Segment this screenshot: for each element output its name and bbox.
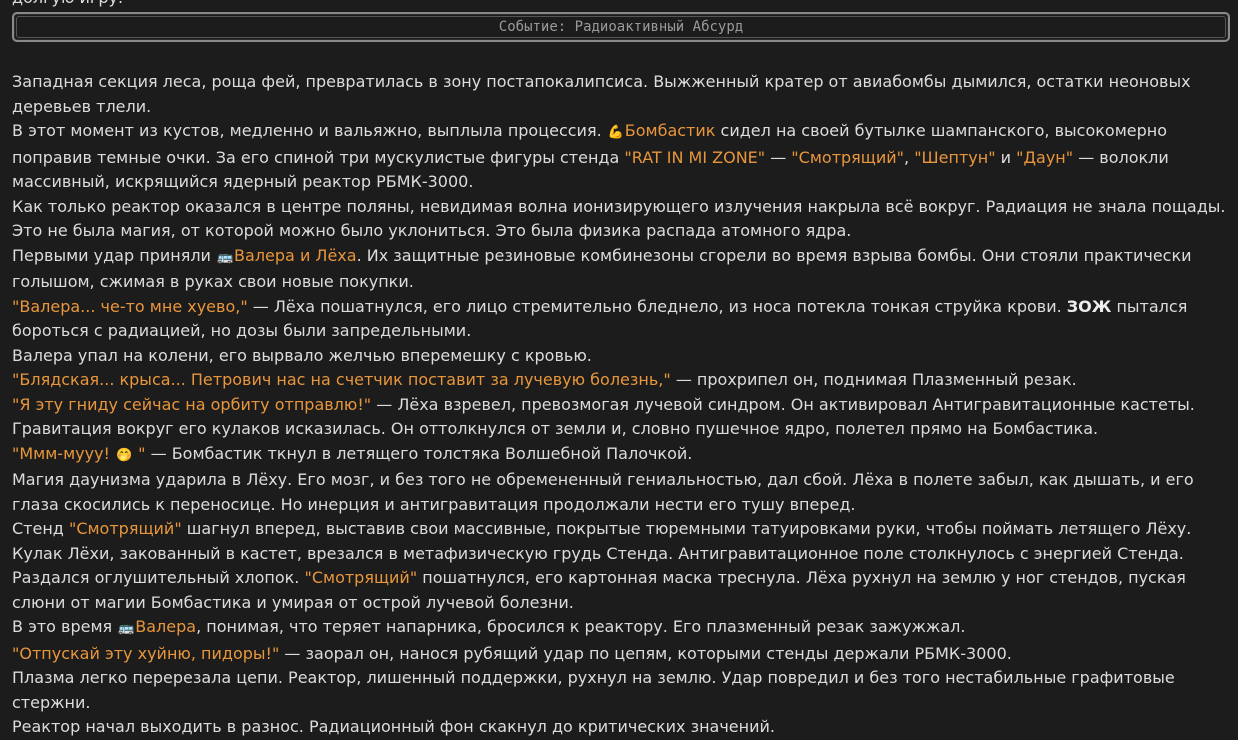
stand-name: "Смотрящий" (68, 519, 182, 538)
character-name: Валера (135, 617, 197, 636)
paragraph: Гравитация вокруг его кулаков исказилась… (12, 419, 1099, 438)
paragraph: Магия даунизма ударила в Лёху. Его мозг,… (12, 470, 1194, 514)
dialogue-quote: "Отпускай эту хуйню, пидоры!" (12, 643, 280, 663)
bold-term: ЗОЖ (1066, 296, 1112, 316)
paragraph: "Валера... че-то мне хуево," — Лёха поша… (12, 296, 1188, 341)
paragraph: Первыми удар приняли 🚌Валера и Лёха. Их … (12, 245, 1192, 292)
paragraph: Валера упал на колени, его вырвало желчь… (12, 345, 592, 365)
dialogue-quote: "Я эту гниду сейчас на орбиту отправлю!" (12, 394, 372, 414)
event-title: Событие: Радиоактивный Абсурд (498, 18, 744, 35)
face-emoji-icon: 🤭 (115, 447, 133, 463)
stand-name: "Шептун" (914, 147, 996, 167)
paragraph: "Ммм-мууу! 🤭 " — Бомбастик ткнул в летящ… (12, 442, 1236, 469)
stand-name: "RAT IN MI ZONE" (624, 147, 766, 167)
bus-emoji-icon: 🚌 (118, 621, 135, 636)
paragraph: В этот момент из кустов, медленно и валь… (12, 121, 1169, 191)
event-banner: Событие: Радиоактивный Абсурд (12, 12, 1230, 42)
paragraph: В это время 🚌Валера, понимая, что теряет… (12, 615, 1236, 642)
story-text: Западная секция леса, роща фей, преврати… (12, 70, 1236, 740)
paragraph: Западная секция леса, роща фей, преврати… (12, 72, 1191, 116)
paragraph: Плазма легко перерезала цепи. Реактор, л… (12, 668, 1175, 712)
dialogue-quote: "Блядская... крыса... Петрович нас на сч… (12, 370, 671, 389)
paragraph: "Я эту гниду сейчас на орбиту отправлю!"… (12, 394, 1195, 414)
stand-name: "Смотрящий" (791, 147, 905, 167)
paragraph: Как только реактор оказался в центре пол… (12, 196, 1226, 241)
dialogue-quote: "Ммм-мууу! (12, 443, 116, 463)
dialogue-quote: "Валера... че-то мне хуево," (12, 296, 248, 316)
paragraph: Стенд "Смотрящий" шагнул вперед, выстави… (12, 519, 1192, 612)
character-name: Бомбастик (624, 121, 716, 140)
stand-name: "Смотрящий" (304, 568, 418, 587)
stand-name: "Даун" (1016, 147, 1074, 167)
paragraph: "Блядская... крыса... Петрович нас на сч… (12, 370, 1077, 389)
paragraph: "Отпускай эту хуйню, пидоры!" — заорал о… (12, 643, 1012, 663)
muscle-emoji-icon: 💪 (607, 125, 624, 140)
previous-text-fragment: долгую игру. (12, 0, 123, 11)
character-name: Валера и Лёха (234, 245, 357, 265)
paragraph: Реактор начал выходить в разнос. Радиаци… (12, 717, 775, 736)
bus-emoji-icon: 🚌 (216, 249, 234, 265)
